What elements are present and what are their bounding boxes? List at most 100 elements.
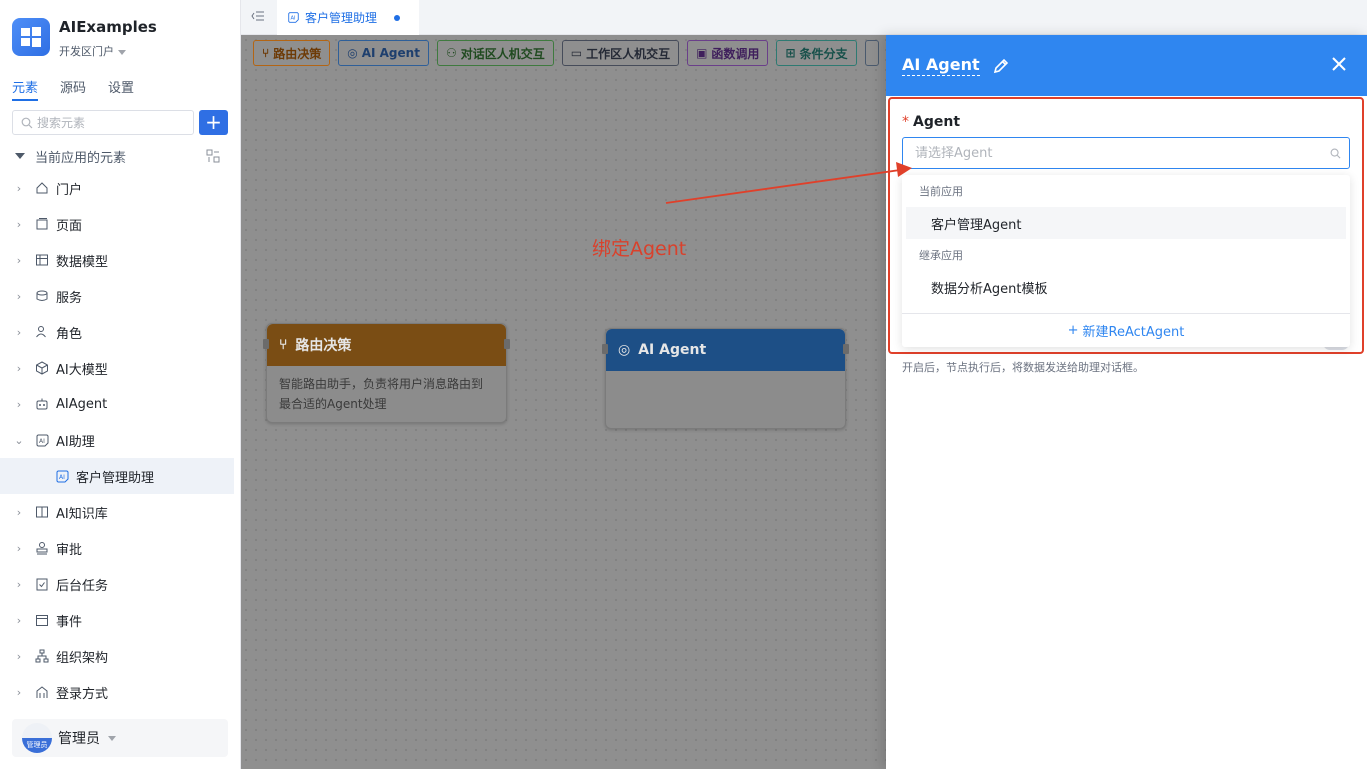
agent-select-input[interactable]	[915, 145, 1330, 161]
tab-label: 客户管理助理	[305, 11, 378, 25]
svg-text:AI: AI	[39, 438, 45, 445]
avatar-label: 管理员	[26, 741, 48, 749]
user-name: 管理员	[58, 731, 100, 747]
output-port[interactable]	[843, 344, 849, 354]
sidebar-item-service[interactable]: › 服务	[0, 278, 234, 314]
agent-dropdown: 当前应用 客户管理Agent 继承应用 数据分析Agent模板 + 新建ReAc…	[902, 175, 1350, 347]
avatar: 管理员	[22, 723, 52, 753]
flow-canvas[interactable]: ⑂ 路由决策 ◎ AI Agent ⚇ 对话区人机交互 ▭ 工作区人机交互 ▣ 函数调用 …	[241, 35, 886, 769]
tool-route-decision-button[interactable]: ⑂ 路由决策	[253, 40, 331, 66]
chevron-right-icon: ›	[16, 505, 22, 519]
app-name: AIExamples	[59, 18, 157, 36]
sidebar-item-org[interactable]: › 组织架构	[0, 638, 234, 674]
required-mark: *	[902, 114, 909, 130]
edit-icon[interactable]	[992, 57, 1010, 75]
app-logo-icon	[12, 18, 50, 56]
app-header: AIExamples 开发区门户	[12, 18, 227, 58]
chevron-right-icon: ›	[16, 685, 22, 699]
tool-ai-agent-button[interactable]: ◎ AI Agent	[338, 40, 429, 66]
portal-label: 开发区门户	[59, 45, 114, 58]
sidebar-item-label: 数据模型	[56, 254, 109, 270]
dropdown-option[interactable]: 数据分析Agent模板	[902, 271, 1350, 303]
chevron-right-icon: ›	[16, 289, 22, 303]
chevron-down-icon: ⌄	[14, 433, 24, 447]
collapse-sidebar-icon[interactable]	[251, 10, 265, 26]
sidebar-item-ai-assistant[interactable]: ⌄ AI AI助理	[0, 422, 234, 458]
tool-condition-branch-button[interactable]: ⊞ 条件分支	[776, 40, 857, 66]
stamp-icon	[34, 540, 50, 556]
chevron-right-icon: ›	[16, 253, 22, 267]
input-port[interactable]	[263, 339, 269, 349]
sidebar-item-label: AI知识库	[56, 506, 108, 522]
svg-text:AI: AI	[290, 16, 296, 22]
tab-elements[interactable]: 元素	[12, 77, 39, 101]
scan-icon[interactable]	[206, 149, 220, 163]
node-description: 智能路由助手，负责将用户消息路由到最合适的Agent处理	[279, 377, 484, 411]
sidebar-item-ai-model[interactable]: › AI大模型	[0, 350, 234, 386]
tool-label: 对话区人机交互	[460, 46, 545, 61]
tool-label: 工作区人机交互	[586, 46, 671, 61]
sidebar-item-role[interactable]: › 角色	[0, 314, 234, 350]
tab-settings[interactable]: 设置	[108, 77, 134, 101]
tab-bar: AI 客户管理助理	[241, 0, 1367, 35]
sidebar-item-login[interactable]: › 登录方式	[0, 674, 234, 710]
chevron-right-icon: ›	[16, 325, 22, 339]
chevron-right-icon: ›	[16, 613, 22, 627]
sidebar-item-background-task[interactable]: › 后台任务	[0, 566, 234, 602]
chevron-right-icon: ›	[16, 577, 22, 591]
tree-root[interactable]: 当前应用的元素	[12, 145, 230, 167]
condition-icon: ⊞	[785, 46, 796, 60]
sidebar-item-pages[interactable]: › 页面	[0, 206, 234, 242]
tool-function-call-button[interactable]: ▣ 函数调用	[687, 40, 769, 66]
tool-workspace-interaction-button[interactable]: ▭ 工作区人机交互	[561, 40, 680, 66]
ai-agent-node[interactable]: ◎ AI Agent	[602, 328, 849, 429]
search-input[interactable]	[37, 115, 177, 130]
dropdown-option[interactable]: 客户管理Agent	[906, 207, 1346, 239]
user-menu[interactable]: 管理员 管理员	[12, 719, 228, 757]
sidebar-item-label: 门户	[56, 182, 83, 198]
sidebar-item-ai-knowledge[interactable]: › AI知识库	[0, 494, 234, 530]
panel-header: AI Agent	[886, 35, 1367, 96]
agent-label-text: Agent	[913, 114, 961, 130]
ai-icon: AI	[34, 432, 50, 448]
sidebar-item-approval[interactable]: › 审批	[0, 530, 234, 566]
close-icon[interactable]	[1331, 56, 1347, 72]
panel-title[interactable]: AI Agent	[902, 55, 980, 76]
tree-root-label: 当前应用的元素	[35, 150, 127, 166]
sidebar-item-customer-assistant[interactable]: AI 客户管理助理	[0, 458, 234, 494]
sidebar-item-event[interactable]: › 事件	[0, 602, 234, 638]
page-icon	[34, 216, 50, 232]
toggle-hint: 开启后，节点执行后，将数据发送给助理对话框。	[902, 361, 1144, 374]
input-port[interactable]	[602, 344, 608, 354]
chevron-right-icon: ›	[16, 361, 22, 375]
create-react-agent-button[interactable]: + 新建ReActAgent	[902, 313, 1350, 347]
search-icon	[21, 117, 33, 128]
node-properties-panel: AI Agent *Agent 开启后，节点执行后，将数据发送给助理对话框。 当…	[886, 35, 1367, 769]
login-icon	[34, 684, 50, 700]
tab-source[interactable]: 源码	[60, 77, 86, 101]
chat-icon: ⚇	[445, 46, 457, 60]
sidebar-item-label: 事件	[56, 614, 83, 630]
agent-select[interactable]	[902, 137, 1350, 169]
event-icon	[34, 612, 50, 628]
sidebar-item-data-model[interactable]: › 数据模型	[0, 242, 234, 278]
tool-chat-interaction-button[interactable]: ⚇ 对话区人机交互	[436, 40, 554, 66]
portal-selector[interactable]: 开发区门户	[59, 43, 126, 59]
tool-more-button[interactable]	[864, 40, 879, 66]
search-icon	[1330, 148, 1341, 158]
create-label: 新建ReActAgent	[1082, 325, 1185, 340]
sidebar-item-label: 后台任务	[56, 578, 109, 594]
node-toolbar: ⑂ 路由决策 ◎ AI Agent ⚇ 对话区人机交互 ▭ 工作区人机交互 ▣ 函数调用 …	[253, 40, 879, 66]
sidebar-item-aiagent[interactable]: › AIAgent	[0, 386, 234, 422]
task-icon	[34, 576, 50, 592]
monitor-icon: ▭	[570, 46, 583, 60]
sidebar-item-label: AI助理	[56, 434, 95, 450]
agent-field-label: * Agent	[902, 114, 960, 130]
tool-label: 函数调用	[711, 46, 760, 61]
sidebar-item-portal[interactable]: › 门户	[0, 170, 234, 206]
output-port[interactable]	[504, 339, 510, 349]
tab-customer-assistant[interactable]: AI 客户管理助理	[277, 0, 419, 35]
add-element-button[interactable]: +	[199, 110, 228, 135]
route-decision-node[interactable]: ⑂ 路由决策 智能路由助手，负责将用户消息路由到最合适的Agent处理	[263, 323, 510, 423]
sidebar-item-label: 组织架构	[56, 650, 109, 666]
